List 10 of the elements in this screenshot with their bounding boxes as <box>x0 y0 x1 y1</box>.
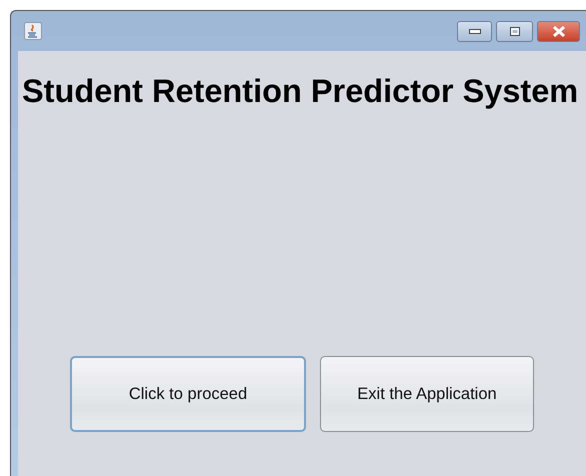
maximize-button[interactable] <box>496 20 533 42</box>
minimize-icon <box>468 28 480 34</box>
exit-button[interactable]: Exit the Application <box>320 356 534 432</box>
minimize-button[interactable] <box>457 20 492 42</box>
close-icon <box>552 26 566 36</box>
app-heading: Student Retention Predictor System <box>22 73 580 110</box>
coffee-cup-icon <box>24 22 42 40</box>
close-button[interactable] <box>537 20 580 42</box>
proceed-button[interactable]: Click to proceed <box>70 356 306 432</box>
maximize-icon <box>510 26 520 36</box>
